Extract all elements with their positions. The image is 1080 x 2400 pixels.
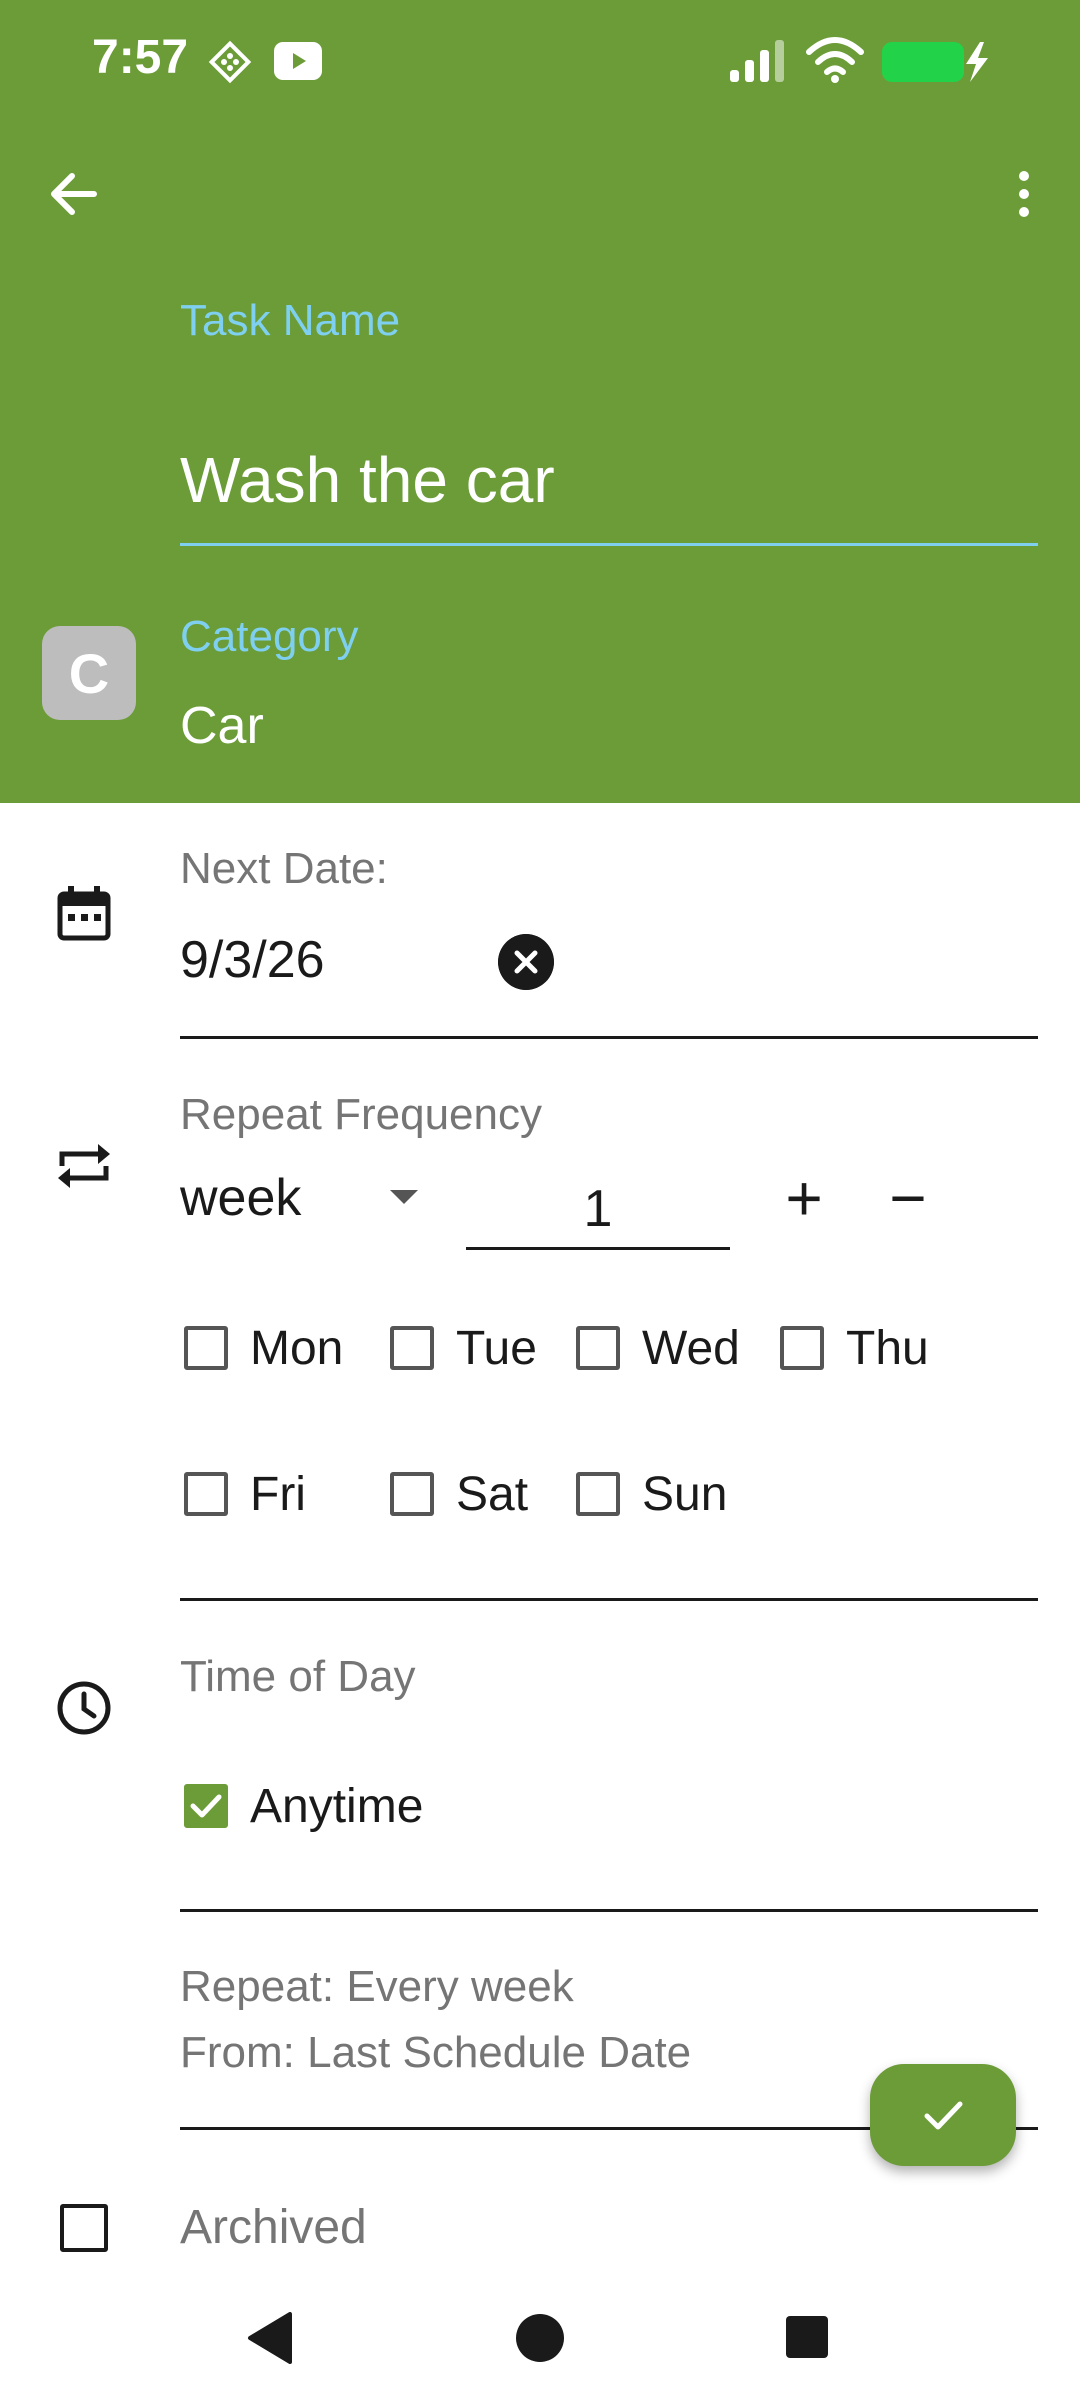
battery-charging-icon (882, 42, 988, 82)
day-label: Wed (642, 1321, 740, 1375)
clear-date-button[interactable] (498, 934, 554, 990)
day-label: Mon (250, 1321, 344, 1375)
day-checkbox-mon[interactable]: Mon (184, 1316, 343, 1380)
back-button[interactable] (42, 162, 106, 226)
task-name-label: Task Name (180, 296, 401, 345)
checkbox-box (184, 1472, 228, 1516)
repeat-summary-line2: From: Last Schedule Date (180, 2028, 692, 2077)
checkbox-box (576, 1326, 620, 1370)
check-icon (190, 1794, 222, 1818)
day-label: Sun (642, 1467, 728, 1521)
day-label: Thu (846, 1321, 929, 1375)
category-label: Category (180, 612, 359, 661)
task-name-input[interactable] (180, 416, 1038, 546)
repeat-summary-line1: Repeat: Every week (180, 1962, 574, 2011)
wifi-icon (806, 37, 864, 83)
anytime-checkbox[interactable]: Anytime (184, 1774, 423, 1838)
dropdown-arrow-icon (390, 1190, 418, 1204)
decrement-button[interactable]: − (880, 1166, 936, 1230)
checkbox-box (390, 1326, 434, 1370)
anytime-label: Anytime (250, 1779, 424, 1833)
frequency-count-input[interactable] (466, 1170, 730, 1250)
repeat-icon (58, 1144, 110, 1188)
time-divider (180, 1909, 1038, 1912)
day-checkbox-sat[interactable]: Sat (390, 1462, 528, 1526)
time-of-day-label: Time of Day (180, 1652, 416, 1701)
youtube-icon (274, 42, 322, 80)
archived-label: Archived (180, 2201, 367, 2254)
checkbox-box (184, 1326, 228, 1370)
archived-checkbox[interactable] (60, 2204, 108, 2252)
day-checkbox-thu[interactable]: Thu (780, 1316, 929, 1380)
nav-back-button[interactable] (246, 2312, 294, 2364)
category-value[interactable]: Car (180, 696, 264, 756)
repeat-divider (180, 1598, 1038, 1601)
checkbox-box (780, 1326, 824, 1370)
next-date-divider (180, 1036, 1038, 1039)
category-avatar: C (42, 626, 136, 720)
day-checkbox-fri[interactable]: Fri (184, 1462, 306, 1526)
calendar-icon (57, 886, 111, 941)
day-label: Tue (456, 1321, 537, 1375)
clock-icon (57, 1681, 111, 1735)
signal-icon (730, 40, 784, 82)
nav-home-button[interactable] (516, 2314, 564, 2362)
more-options-button[interactable] (1000, 162, 1048, 226)
status-time: 7:57 (92, 31, 189, 84)
day-checkbox-wed[interactable]: Wed (576, 1316, 740, 1380)
app-notification-icon (208, 40, 252, 84)
day-checkbox-tue[interactable]: Tue (390, 1316, 537, 1380)
checkbox-box (576, 1472, 620, 1516)
next-date-value[interactable]: 9/3/26 (180, 930, 325, 990)
header (0, 0, 1080, 803)
save-fab-button[interactable] (870, 2064, 1016, 2166)
repeat-frequency-label: Repeat Frequency (180, 1090, 542, 1139)
nav-recents-button[interactable] (786, 2316, 828, 2358)
check-icon (924, 2101, 963, 2130)
frequency-unit-value: week (180, 1169, 302, 1227)
checkbox-box (390, 1472, 434, 1516)
next-date-label: Next Date: (180, 844, 388, 893)
checkbox-box (184, 1784, 228, 1828)
day-checkbox-sun[interactable]: Sun (576, 1462, 727, 1526)
frequency-unit-dropdown[interactable]: week (180, 1168, 430, 1232)
day-label: Sat (456, 1467, 529, 1521)
day-label: Fri (250, 1467, 306, 1521)
increment-button[interactable]: + (776, 1166, 832, 1230)
